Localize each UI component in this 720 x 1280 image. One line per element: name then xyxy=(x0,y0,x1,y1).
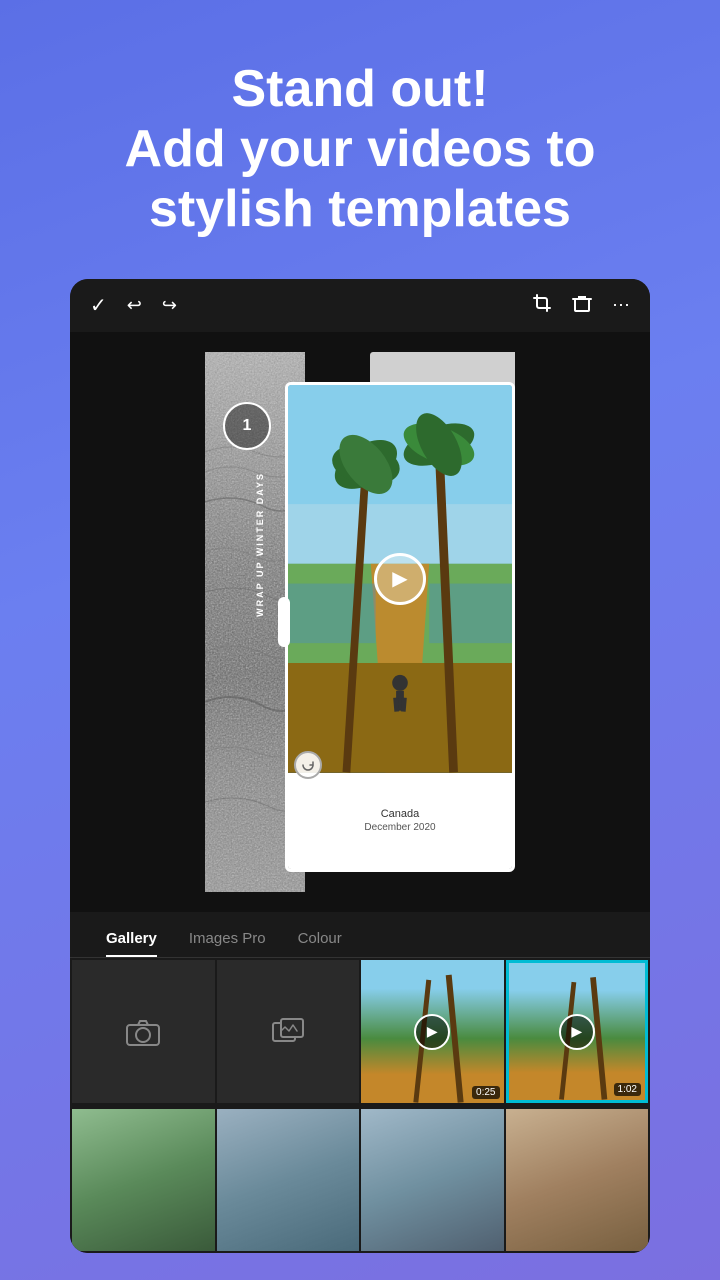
date-text: December 2020 xyxy=(364,822,435,833)
media-item-photo2[interactable] xyxy=(217,1109,360,1252)
more-button[interactable]: ⋯ xyxy=(612,295,630,316)
header-line3: stylish templates xyxy=(149,180,571,238)
undo-button[interactable]: ↩ xyxy=(127,295,142,316)
media-item-video2[interactable]: ▶ 1:02 xyxy=(506,960,649,1103)
tab-colour[interactable]: Colour xyxy=(282,920,358,957)
media-item-photo4[interactable] xyxy=(506,1109,649,1252)
video2-duration: 1:02 xyxy=(614,1083,641,1096)
header-section: Stand out! Add your videos to stylish te… xyxy=(0,0,720,279)
media-item-video1[interactable]: ▶ 0:25 xyxy=(361,960,504,1103)
gallery-button[interactable] xyxy=(217,960,360,1103)
header-line1: Stand out! xyxy=(231,60,488,118)
bottom-panel: Gallery Images Pro Colour xyxy=(70,912,650,1253)
toolbar: ✓ ↩ ↪ ⋯ xyxy=(70,279,650,332)
media-grid: ▶ 0:25 ▶ 1:02 xyxy=(70,958,650,1105)
confirm-button[interactable]: ✓ xyxy=(90,293,107,318)
media-grid-row2 xyxy=(70,1107,650,1254)
header-line2: Add your videos to xyxy=(125,120,596,178)
vertical-text: WRAP UP WINTER DAYS xyxy=(255,472,265,617)
video1-duration: 0:25 xyxy=(472,1086,499,1099)
play-button[interactable]: ▶ xyxy=(374,553,426,605)
editor-window: ✓ ↩ ↪ ⋯ xyxy=(70,279,650,1253)
media-item-photo1[interactable] xyxy=(72,1109,215,1252)
video1-play: ▶ xyxy=(414,1014,450,1050)
canvas-area: WRAP UP WINTER DAYS 1 xyxy=(70,332,650,912)
redo-button[interactable]: ↪ xyxy=(162,295,177,316)
media-item-photo3[interactable] xyxy=(361,1109,504,1252)
tab-images-pro[interactable]: Images Pro xyxy=(173,920,282,957)
video2-play: ▶ xyxy=(559,1014,595,1050)
delete-button[interactable] xyxy=(572,293,592,318)
template-card: WRAP UP WINTER DAYS 1 xyxy=(205,352,515,892)
crop-button[interactable] xyxy=(532,293,552,318)
camera-button[interactable] xyxy=(72,960,215,1103)
tab-gallery[interactable]: Gallery xyxy=(90,920,173,957)
tropical-photo: ▶ xyxy=(288,385,512,772)
location-text: Canada xyxy=(381,808,420,820)
drag-handle[interactable] xyxy=(278,597,290,647)
tab-bar: Gallery Images Pro Colour xyxy=(70,920,650,958)
photo-info: Canada December 2020 xyxy=(288,773,512,870)
main-photo-frame: ▶ Canada December 2020 xyxy=(285,382,515,872)
